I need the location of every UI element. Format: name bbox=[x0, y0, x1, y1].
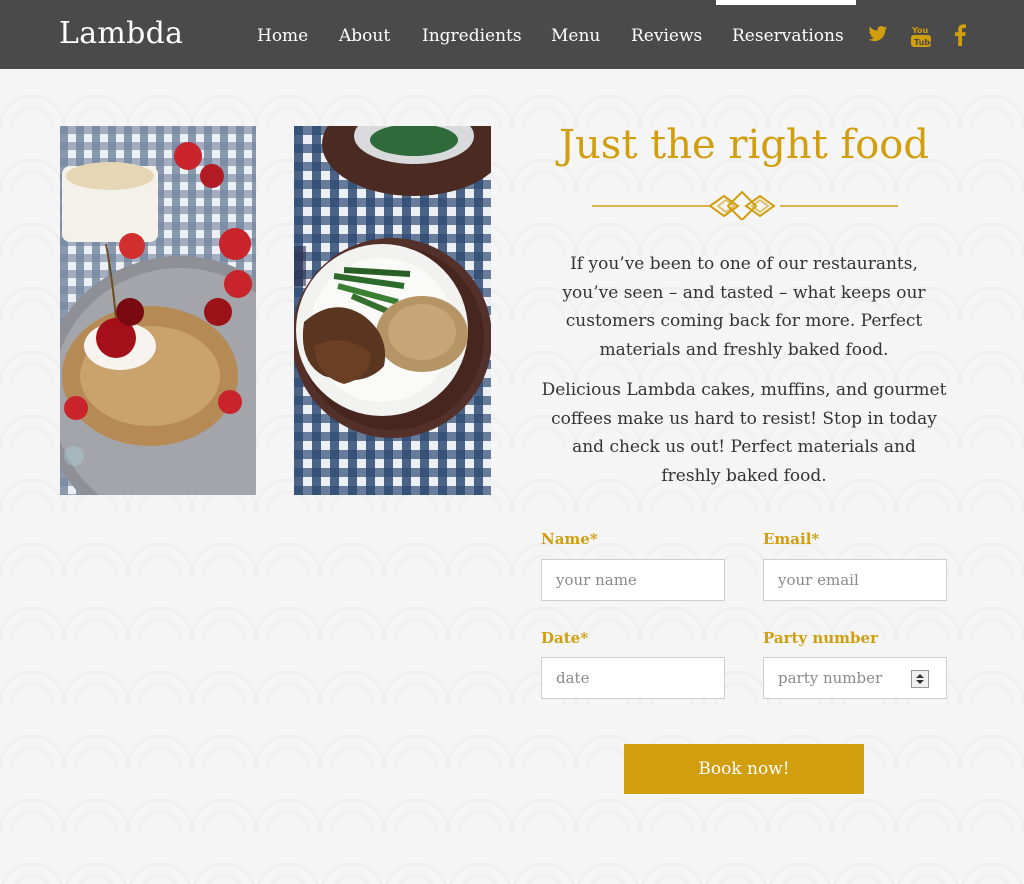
intro-paragraph-1: If you’ve been to one of our restaurants… bbox=[562, 254, 926, 360]
top-navbar: Lambda Home About Ingredients Menu Revie… bbox=[0, 0, 1024, 69]
nav-link-reviews[interactable]: Reviews bbox=[631, 26, 702, 46]
name-input[interactable] bbox=[541, 559, 725, 601]
svg-text:Tube: Tube bbox=[914, 38, 931, 47]
name-label: Name* bbox=[541, 530, 598, 548]
date-label: Date* bbox=[541, 629, 589, 647]
nav-link-ingredients[interactable]: Ingredients bbox=[422, 26, 522, 46]
ornamental-divider bbox=[592, 186, 898, 222]
date-input[interactable] bbox=[541, 657, 725, 699]
brand-logo[interactable]: Lambda bbox=[59, 16, 183, 51]
active-nav-indicator bbox=[716, 0, 856, 5]
nav-link-reservations[interactable]: Reservations bbox=[732, 26, 844, 46]
intro-paragraph-2: Delicious Lambda cakes, muffins, and gou… bbox=[541, 380, 947, 486]
email-input[interactable] bbox=[763, 559, 947, 601]
svg-text:You: You bbox=[911, 26, 929, 35]
nav-link-home[interactable]: Home bbox=[257, 26, 308, 46]
dessert-photo bbox=[60, 126, 256, 495]
nav-link-about[interactable]: About bbox=[339, 26, 390, 46]
page-title: Just the right food bbox=[559, 122, 929, 168]
youtube-icon[interactable]: You Tube bbox=[911, 24, 936, 48]
nav-link-menu[interactable]: Menu bbox=[551, 26, 600, 46]
party-number-stepper[interactable] bbox=[911, 670, 929, 688]
twitter-icon[interactable] bbox=[868, 24, 890, 48]
main-course-photo bbox=[294, 126, 491, 495]
facebook-icon[interactable] bbox=[953, 24, 975, 48]
party-number-label: Party number bbox=[763, 629, 878, 647]
book-now-button[interactable]: Book now! bbox=[624, 744, 864, 794]
email-label: Email* bbox=[763, 530, 820, 548]
